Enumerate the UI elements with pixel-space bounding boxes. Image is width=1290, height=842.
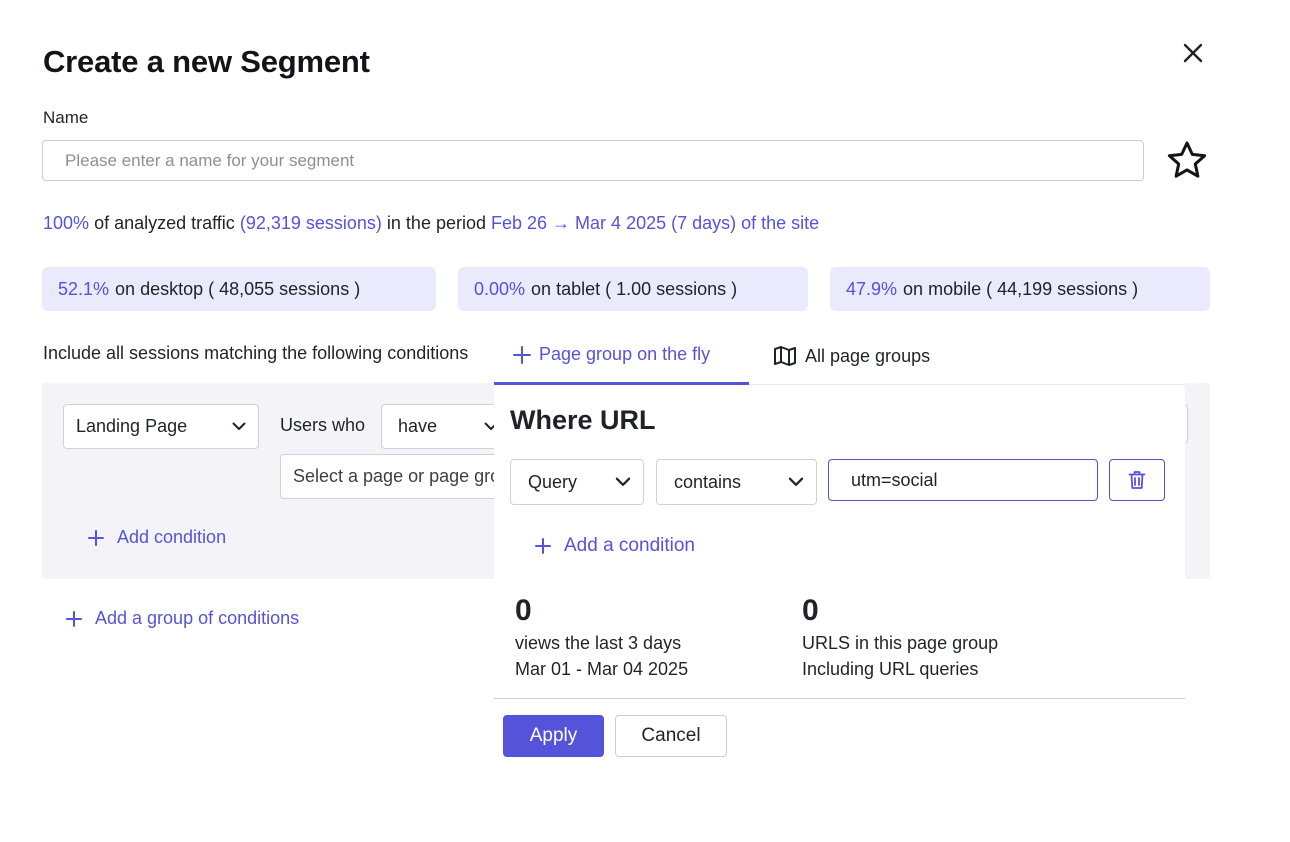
- chevron-down-icon: [788, 477, 804, 486]
- cancel-button[interactable]: Cancel: [615, 715, 727, 757]
- apply-button[interactable]: Apply: [503, 715, 604, 757]
- urls-note: Including URL queries: [802, 659, 979, 679]
- where-url-title: Where URL: [510, 405, 656, 435]
- traffic-percent: 100%: [43, 213, 90, 233]
- tab-all-page-groups[interactable]: All page groups: [773, 327, 930, 385]
- desktop-label: on desktop ( 48,055 sessions ): [115, 278, 361, 299]
- tab-page-group-on-the-fly[interactable]: Page group on the fly: [494, 327, 749, 385]
- plus-icon: [535, 538, 551, 554]
- traffic-period: Feb 26 → Mar 4 2025 (7 days) of the site: [491, 213, 820, 233]
- add-group-label: Add a group of conditions: [95, 608, 300, 628]
- tablet-stat: 0.00% on tablet ( 1.00 sessions ): [458, 267, 808, 311]
- tablet-label: on tablet ( 1.00 sessions ): [531, 278, 738, 299]
- conditions-intro: Include all sessions matching the follow…: [43, 343, 469, 363]
- users-who-label: Users who: [280, 415, 366, 435]
- traffic-sessions: (92,319 sessions): [239, 213, 382, 233]
- traffic-text: of analyzed traffic: [94, 213, 235, 233]
- urls-count: 0: [802, 594, 819, 627]
- page-group-popover: Page group on the fly All page groups Wh…: [494, 327, 1185, 699]
- operator-select[interactable]: contains: [656, 459, 817, 505]
- url-field-select[interactable]: Query: [510, 459, 644, 505]
- trash-icon: [1128, 471, 1146, 489]
- tablet-percent: 0.00%: [474, 278, 526, 299]
- urls-metric: 0 URLS in this page group Including URL …: [802, 592, 998, 682]
- tab-fly-label: Page group on the fly: [539, 344, 711, 364]
- modal-title: Create a new Segment: [43, 44, 370, 79]
- add-a-condition-button[interactable]: Add a condition: [535, 535, 695, 557]
- star-icon: [1167, 141, 1207, 178]
- add-condition-button[interactable]: Add condition: [88, 527, 226, 548]
- plus-icon: [513, 345, 531, 364]
- have-select[interactable]: have: [381, 404, 511, 449]
- popover-tabs: Page group on the fly All page groups: [494, 327, 1185, 385]
- operator-value: contains: [674, 471, 742, 492]
- mobile-stat: 47.9% on mobile ( 44,199 sessions ): [830, 267, 1210, 311]
- name-label: Name: [43, 108, 89, 127]
- have-value: have: [398, 416, 438, 436]
- close-icon: [1183, 43, 1203, 63]
- add-group-button[interactable]: Add a group of conditions: [66, 608, 299, 629]
- map-icon: [774, 346, 796, 366]
- condition-type-value: Landing Page: [76, 416, 188, 436]
- traffic-period-label: in the period: [386, 213, 486, 233]
- favorite-button[interactable]: [1164, 138, 1210, 182]
- mobile-label: on mobile ( 44,199 sessions ): [903, 278, 1139, 299]
- tab-all-label: All page groups: [805, 345, 931, 366]
- desktop-stat: 52.1% on desktop ( 48,055 sessions ): [42, 267, 436, 311]
- delete-condition-button[interactable]: [1109, 459, 1165, 501]
- views-range: Mar 01 - Mar 04 2025: [515, 659, 689, 679]
- segment-name-input[interactable]: [42, 140, 1144, 181]
- chevron-down-icon: [615, 477, 631, 486]
- page-group-select[interactable]: Select a page or page group: [280, 454, 520, 499]
- views-label: views the last 3 days: [515, 633, 682, 653]
- mobile-percent: 47.9%: [846, 278, 898, 299]
- close-button[interactable]: [1176, 36, 1210, 70]
- chevron-down-icon: [232, 422, 246, 430]
- traffic-summary: 100% of analyzed traffic (92,319 session…: [43, 213, 819, 234]
- url-value-input[interactable]: [828, 459, 1098, 501]
- plus-icon: [66, 610, 82, 627]
- condition-type-select[interactable]: Landing Page: [63, 404, 259, 449]
- page-group-placeholder: Select a page or page group: [293, 466, 520, 486]
- plus-icon: [88, 529, 104, 546]
- add-a-condition-label: Add a condition: [564, 535, 695, 556]
- url-field-value: Query: [528, 471, 578, 492]
- urls-label: URLS in this page group: [802, 633, 999, 653]
- add-condition-label: Add condition: [117, 527, 227, 547]
- views-count: 0: [515, 594, 532, 627]
- views-metric: 0 views the last 3 days Mar 01 - Mar 04 …: [515, 592, 688, 682]
- desktop-percent: 52.1%: [58, 278, 110, 299]
